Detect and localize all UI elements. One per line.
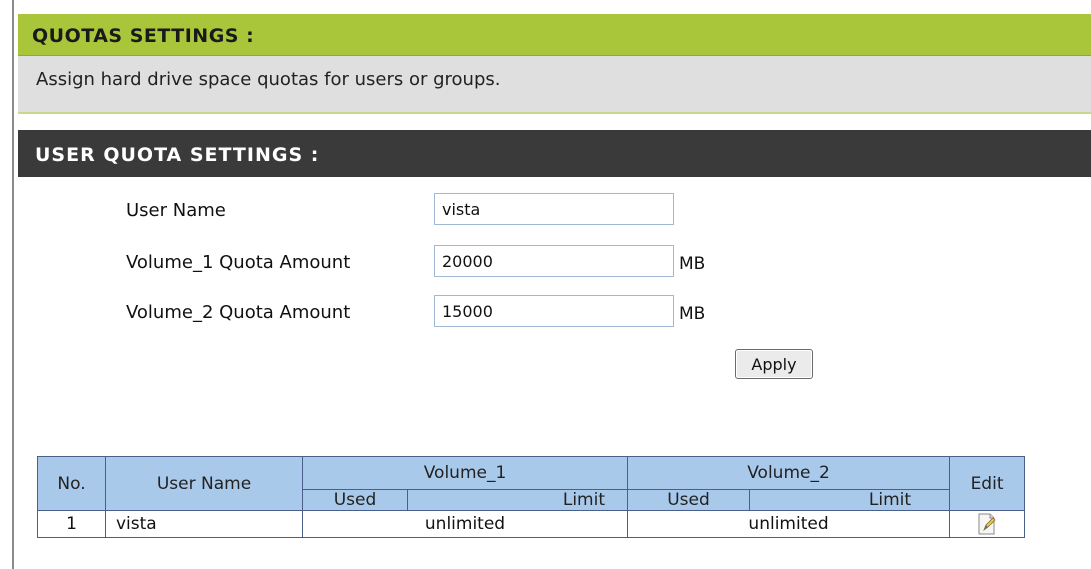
cell-no: 1 — [37, 510, 106, 538]
edit-icon[interactable] — [977, 513, 997, 535]
table-row: 1 vista unlimited unlimited — [37, 510, 1026, 538]
cell-user-name: vista — [105, 510, 303, 538]
user-quota-settings-title: USER QUOTA SETTINGS : — [35, 144, 320, 166]
volume1-unit: MB — [679, 254, 706, 274]
volume2-quota-label: Volume_2 Quota Amount — [126, 302, 351, 323]
quotas-settings-title: QUOTAS SETTINGS : — [32, 25, 255, 47]
quota-settings-page: QUOTAS SETTINGS : Assign hard drive spac… — [0, 0, 1091, 569]
volume1-quota-input[interactable] — [434, 245, 674, 277]
col-header-volume2-limit: Limit — [749, 489, 951, 511]
quotas-description-row: Assign hard drive space quotas for users… — [18, 56, 1091, 114]
volume2-quota-input[interactable] — [434, 295, 674, 327]
col-header-volume1-used: Used — [302, 489, 408, 511]
col-header-no: No. — [37, 456, 106, 511]
cell-volume2: unlimited — [627, 510, 951, 538]
frame-border — [12, 0, 14, 569]
cell-volume1: unlimited — [301, 510, 629, 538]
col-header-volume1-limit: Limit — [406, 489, 629, 511]
quota-table: No. User Name Volume_1 Volume_2 Edit Use… — [37, 456, 1026, 538]
cell-edit — [949, 510, 1026, 538]
user-quota-settings-header: USER QUOTA SETTINGS : — [18, 130, 1091, 177]
quotas-description: Assign hard drive space quotas for users… — [36, 69, 501, 90]
table-header-row: No. User Name Volume_1 Volume_2 Edit — [37, 456, 1026, 511]
user-name-input[interactable] — [434, 193, 674, 225]
apply-button[interactable]: Apply — [735, 349, 813, 379]
volume1-quota-label: Volume_1 Quota Amount — [126, 252, 351, 273]
user-name-label: User Name — [126, 200, 226, 221]
volume2-unit: MB — [679, 304, 706, 324]
col-header-user-name: User Name — [105, 456, 303, 511]
col-header-volume2: Volume_2 — [627, 456, 951, 490]
quotas-settings-header: QUOTAS SETTINGS : — [18, 14, 1091, 56]
col-header-volume1: Volume_1 — [301, 456, 629, 490]
col-header-edit: Edit — [949, 456, 1026, 511]
col-header-volume2-used: Used — [627, 489, 751, 511]
